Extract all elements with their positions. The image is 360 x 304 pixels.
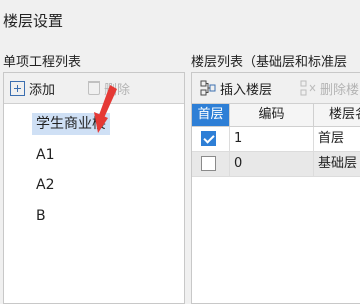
- pointer-arrow-icon: [94, 85, 117, 133]
- delete-floor-label: 删除楼: [320, 82, 360, 98]
- code-cell[interactable]: 0: [230, 152, 314, 176]
- delete-floor-button[interactable]: 删除楼: [300, 77, 359, 99]
- floor-list-panel: 插入楼层 删除楼 首层 编码 楼层名 1 首层 0: [191, 72, 360, 304]
- name-cell[interactable]: 首层: [314, 127, 360, 151]
- name-cell[interactable]: 基础层: [314, 152, 360, 176]
- first-floor-checkbox[interactable]: [201, 131, 216, 146]
- project-item[interactable]: B: [32, 205, 50, 227]
- first-floor-checkbox[interactable]: [201, 156, 216, 171]
- insert-floor-icon: [200, 80, 216, 96]
- first-floor-cell: [192, 127, 230, 151]
- project-item[interactable]: A1: [32, 144, 58, 166]
- project-item[interactable]: A2: [32, 174, 58, 196]
- project-list-label: 单项工程列表: [3, 55, 82, 70]
- floor-table: 首层 编码 楼层名 1 首层 0 基础层: [192, 104, 360, 303]
- insert-floor-label: 插入楼层: [220, 82, 273, 98]
- col-header-name[interactable]: 楼层名: [314, 104, 360, 126]
- table-header: 首层 编码 楼层名: [192, 104, 360, 127]
- first-floor-cell: [192, 152, 230, 176]
- dialog-title: 楼层设置: [3, 12, 64, 30]
- insert-floor-button[interactable]: 插入楼层: [200, 77, 272, 99]
- code-cell[interactable]: 1: [230, 127, 314, 151]
- col-header-code[interactable]: 编码: [230, 104, 314, 126]
- table-row[interactable]: 0 基础层: [192, 152, 360, 177]
- floor-list-label: 楼层列表（基础层和标准层: [191, 55, 348, 70]
- table-row[interactable]: 1 首层: [192, 127, 360, 152]
- add-button[interactable]: 添加: [10, 77, 55, 99]
- floor-toolbar: 插入楼层 删除楼: [192, 73, 360, 104]
- add-icon: [10, 80, 25, 96]
- delete-floor-icon: [300, 80, 316, 96]
- add-button-label: 添加: [29, 82, 56, 98]
- col-header-first-floor[interactable]: 首层: [192, 104, 230, 126]
